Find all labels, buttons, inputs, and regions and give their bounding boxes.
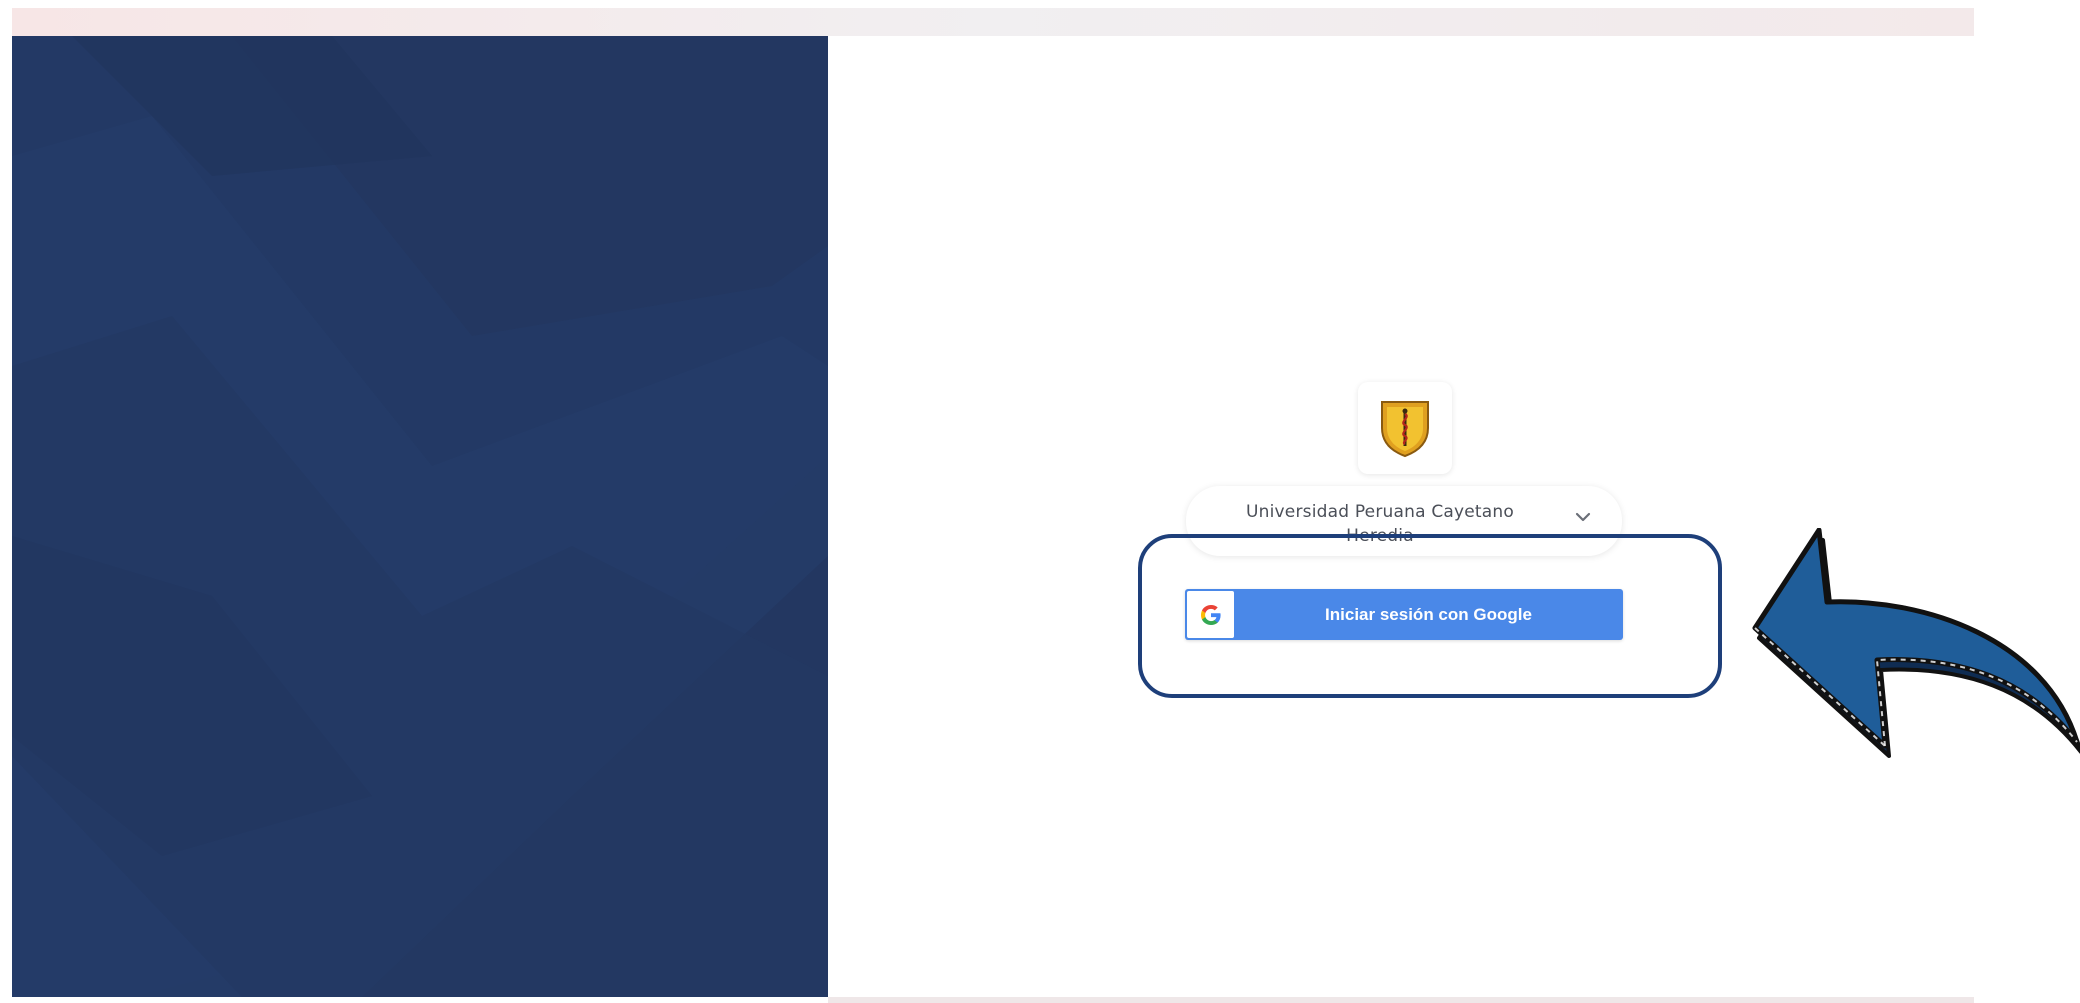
institution-select[interactable]: Universidad Peruana Cayetano Heredia [1186, 486, 1622, 556]
google-signin-label: Iniciar sesión con Google [1325, 605, 1532, 624]
google-g-icon [1201, 605, 1221, 625]
institution-logo-card [1358, 382, 1452, 474]
page-margin-right [1974, 0, 2080, 1003]
browser-top-strip [12, 8, 1974, 36]
google-signin-button[interactable]: Iniciar sesión con Google [1185, 589, 1623, 640]
shield-caduceus-icon [1381, 401, 1429, 458]
browser-bottom-strip [828, 997, 1974, 1003]
institution-name: Universidad Peruana Cayetano Heredia [1246, 502, 1514, 546]
login-page: Universidad Peruana Cayetano Heredia Ini… [0, 0, 2080, 1003]
curved-arrow-icon [1752, 528, 2080, 758]
diagonal-pattern-background [12, 36, 828, 997]
chevron-down-icon [1575, 512, 1591, 522]
google-icon-box [1187, 591, 1234, 638]
left-branding-panel [12, 36, 828, 997]
